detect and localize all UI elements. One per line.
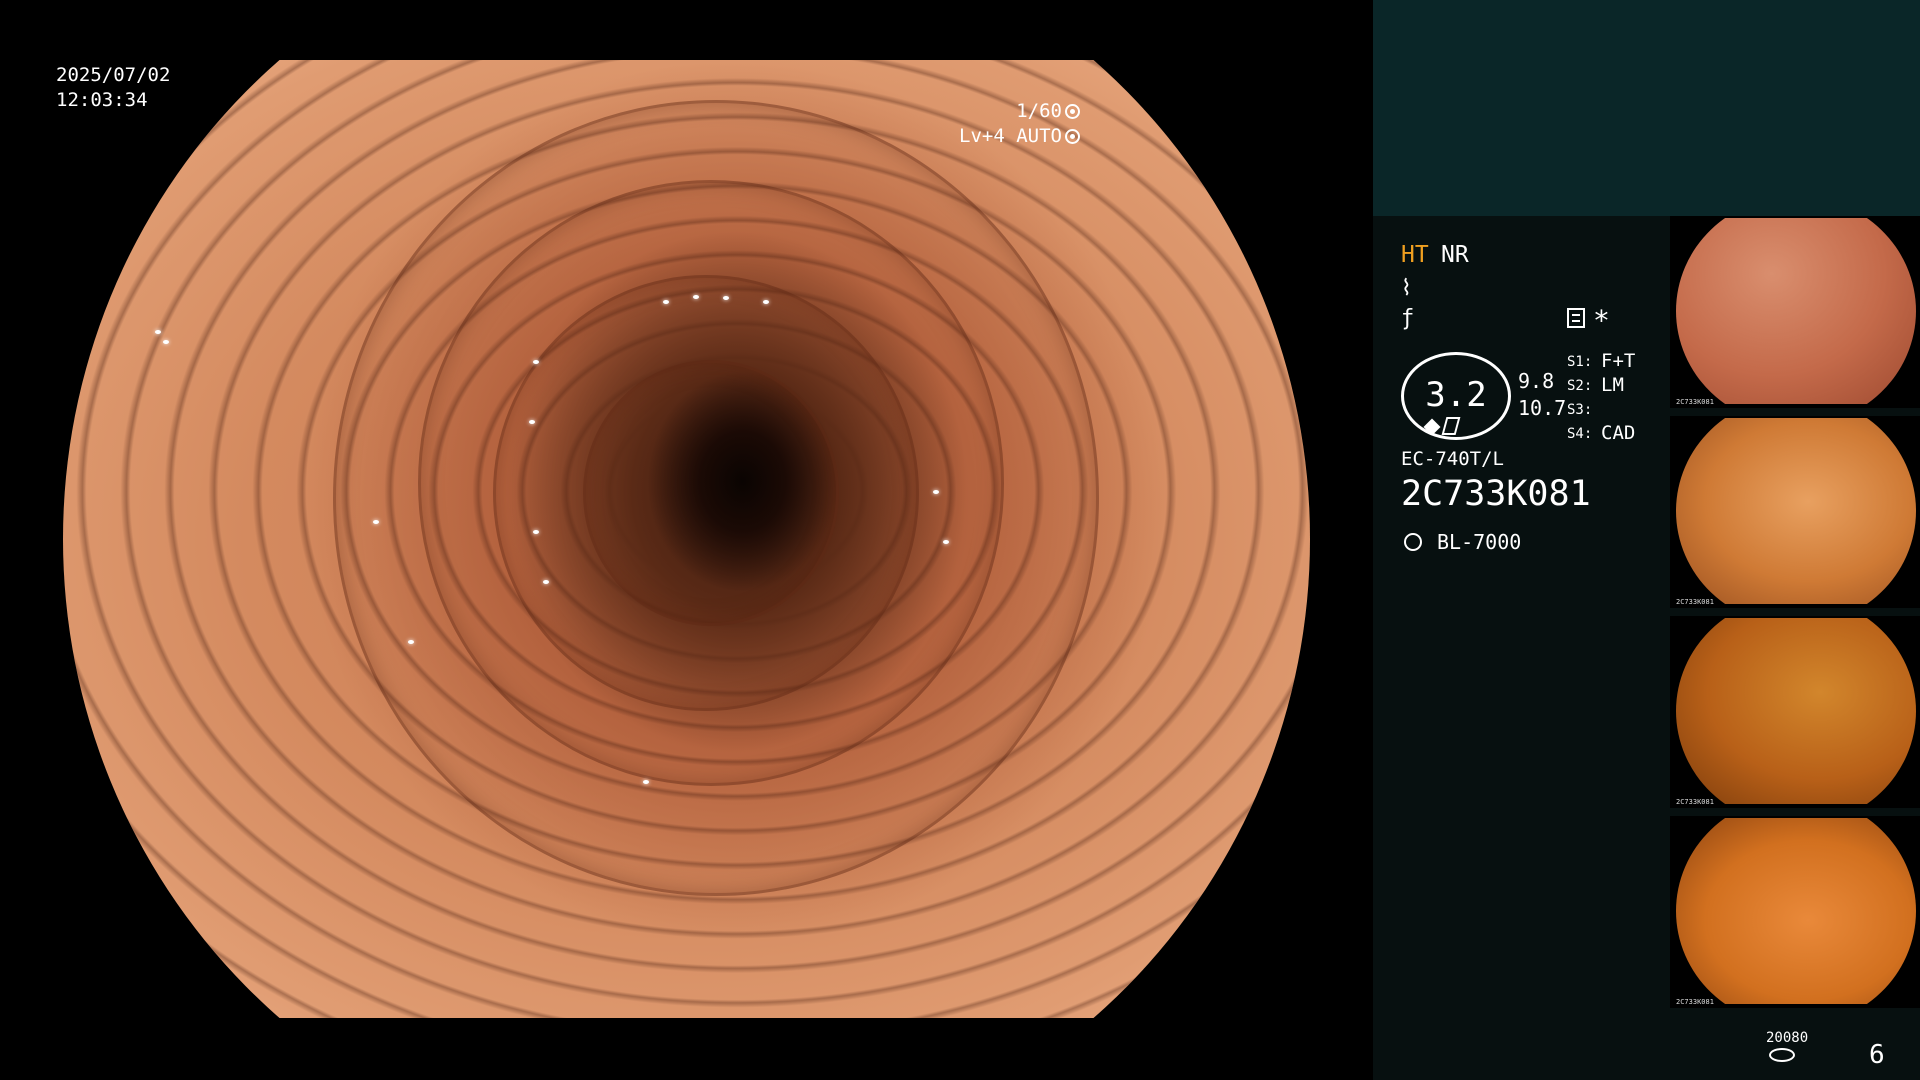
endoscope-main-view: 2025/07/02 12:03:34 1/60 Lv+4 AUTO (0, 0, 1372, 1080)
light-reflection (723, 296, 729, 300)
captured-image-thumbnail[interactable]: 2C733K081 (1670, 616, 1920, 808)
sun-icon (1404, 533, 1422, 551)
panel-header-area (1373, 0, 1920, 216)
date-text: 2025/07/02 (56, 64, 171, 86)
thumbnail-label: 2C733K081 (1676, 798, 1714, 806)
thumbnail-image (1676, 218, 1916, 404)
light-reflection (543, 580, 549, 584)
date-time-display: 2025/07/02 12:03:34 (56, 63, 170, 113)
light-reflection (408, 640, 414, 644)
thumbnail-image (1676, 418, 1916, 604)
switch-4-label: S4: (1567, 426, 1593, 442)
captured-image-thumbnail[interactable]: 2C733K081 (1670, 816, 1920, 1008)
captured-image-thumbnail[interactable]: 2C733K081 (1670, 416, 1920, 608)
dial-marker-icon (1423, 418, 1441, 436)
light-reflection (643, 780, 649, 784)
thumbnail-label: 2C733K081 (1676, 998, 1714, 1006)
switch-1-value: F+T (1601, 350, 1636, 372)
switch-2-value: LM (1601, 374, 1624, 396)
scope-model: EC-740T/L (1401, 448, 1504, 470)
thumbnail-image (1676, 618, 1916, 804)
shutter-text: 1/60 (1016, 100, 1062, 122)
light-reflection (533, 360, 539, 364)
wave-icon: ⌇ (1401, 276, 1412, 301)
endoscopic-image (63, 60, 1310, 1018)
switch-2-label: S2: (1567, 378, 1593, 394)
light-reflection (373, 520, 379, 524)
switch-4-value: CAD (1601, 422, 1636, 444)
zoom-dial: 3.2 (1401, 352, 1511, 440)
thumbnail-image (1676, 818, 1916, 1004)
shutter-icon (1065, 104, 1080, 119)
status-side-panel: HT NR ⌇ ƒ * 3.2 9.8 10.7 S1: F+T S2: LM … (1373, 0, 1920, 1080)
scope-serial: 2C733K081 (1401, 474, 1591, 514)
light-reflection (163, 340, 169, 344)
light-reflection (943, 540, 949, 544)
light-source-name: BL-7000 (1437, 530, 1522, 554)
exposure-display: 1/60 Lv+4 AUTO (959, 99, 1080, 149)
asterisk-indicator: * (1593, 304, 1610, 337)
light-reflection (155, 330, 161, 334)
light-reflection (663, 300, 669, 304)
mucosal-fold (583, 360, 839, 626)
light-reflection (693, 295, 699, 299)
light-reflection (933, 490, 939, 494)
time-text: 12:03:34 (56, 89, 148, 111)
readout-upper: 9.8 (1518, 369, 1555, 393)
dial-bracket-icon (1441, 417, 1461, 435)
captured-images-list: 2C733K081 2C733K081 2C733K081 2C733K081 (1670, 216, 1920, 1016)
light-reflection (533, 530, 539, 534)
ht-indicator: HT (1401, 242, 1429, 268)
nr-indicator: NR (1441, 242, 1469, 268)
readout-lower: 10.7 (1518, 396, 1567, 420)
settings-list-icon (1567, 308, 1585, 328)
storage-icon (1769, 1048, 1795, 1062)
thumbnail-label: 2C733K081 (1676, 598, 1714, 606)
switch-3-label: S3: (1567, 402, 1593, 418)
image-count: 6 (1869, 1040, 1885, 1070)
zoom-value: 3.2 (1425, 375, 1487, 415)
light-reflection (763, 300, 769, 304)
light-reflection (529, 420, 535, 424)
fn-icon: ƒ (1401, 306, 1415, 331)
iris-icon (1065, 129, 1080, 144)
switch-1-label: S1: (1567, 354, 1593, 370)
captured-image-thumbnail[interactable]: 2C733K081 (1670, 216, 1920, 408)
thumbnail-label: 2C733K081 (1676, 398, 1714, 406)
storage-value: 20080 (1766, 1030, 1809, 1046)
exposure-text: Lv+4 AUTO (959, 125, 1062, 147)
